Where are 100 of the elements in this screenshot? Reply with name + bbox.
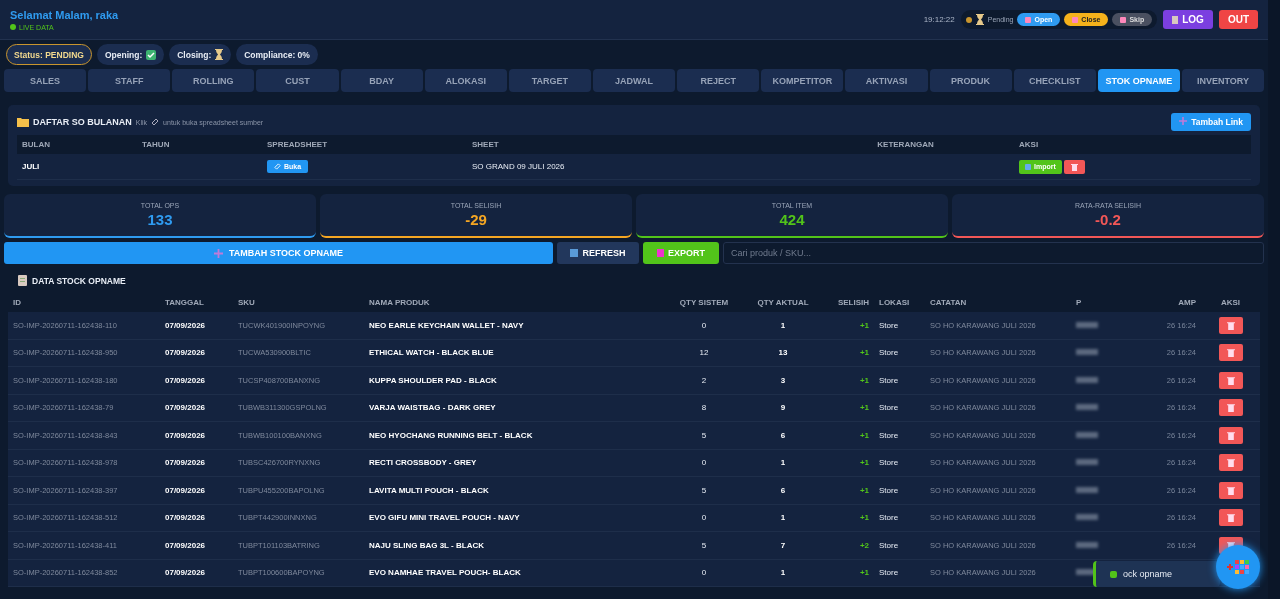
- actual-qty-cell: 1: [780, 568, 786, 578]
- tab[interactable]: ROLLING: [172, 69, 255, 92]
- date-cell: 07/09/2026: [165, 540, 206, 550]
- tab[interactable]: CHECKLIST: [1013, 69, 1096, 92]
- location-cell: Store: [879, 458, 899, 468]
- blurred-cell: [1076, 349, 1098, 356]
- difference-cell: +1: [859, 375, 869, 385]
- delete-button[interactable]: [1218, 481, 1243, 499]
- blurred-cell: [1076, 541, 1098, 548]
- trash-icon: [1226, 430, 1235, 440]
- trash-icon: [1226, 348, 1235, 358]
- tab[interactable]: JADWAL: [593, 69, 676, 92]
- search-field[interactable]: Cari produk / SKU...: [723, 242, 1264, 264]
- actual-qty-cell: 1: [780, 320, 786, 330]
- tab[interactable]: STOK OPNAME: [1097, 69, 1180, 92]
- delete-button[interactable]: [1218, 426, 1243, 444]
- folder-icon: [17, 117, 29, 127]
- column-header: AKSI: [1201, 292, 1260, 312]
- logout-button[interactable]: OUT: [1218, 10, 1258, 29]
- link-icon: [274, 163, 281, 170]
- square-icon: [1072, 16, 1079, 23]
- trash-icon: [1226, 458, 1235, 468]
- system-qty-cell: 0: [701, 513, 707, 523]
- delete-button[interactable]: [1218, 371, 1243, 389]
- tab[interactable]: TARGET: [508, 69, 591, 92]
- blurred-cell: [1076, 486, 1098, 493]
- column-header: TANGGAL: [160, 292, 233, 312]
- date-cell: 07/09/2026: [165, 513, 206, 523]
- column-header: AKSI: [1014, 135, 1251, 154]
- square-icon: [1025, 16, 1032, 23]
- actual-qty-cell: 3: [780, 375, 786, 385]
- tab[interactable]: CUST: [256, 69, 339, 92]
- column-header: ID: [8, 292, 160, 312]
- difference-cell: +1: [859, 485, 869, 495]
- clock-time: 19:12:22: [923, 15, 955, 24]
- status-pill: Closing:: [169, 44, 232, 65]
- delete-button[interactable]: [1218, 316, 1243, 334]
- tab[interactable]: SALES: [4, 69, 87, 92]
- date-cell: 07/09/2026: [165, 403, 206, 413]
- trash-icon: [1226, 513, 1235, 523]
- system-qty-cell: 8: [701, 403, 707, 413]
- delete-button[interactable]: [1063, 159, 1085, 174]
- blurred-cell: [1076, 321, 1098, 328]
- tab[interactable]: INVENTORY: [1181, 69, 1265, 92]
- stat-value: -0.2: [1095, 211, 1121, 228]
- column-header: BULAN: [17, 135, 137, 154]
- delete-button[interactable]: [1218, 509, 1243, 527]
- grid-plus-icon: [1227, 558, 1249, 576]
- status-pill: Status: PENDING: [6, 44, 92, 65]
- trash-icon: [1226, 375, 1235, 385]
- location-cell: Store: [879, 375, 899, 385]
- product-name-cell: KUPPA SHOULDER PAD - BLACK: [369, 375, 497, 385]
- clipboard-icon: [18, 275, 27, 286]
- square-icon: [1120, 16, 1127, 23]
- date-cell: 07/09/2026: [165, 320, 206, 330]
- column-header: KETERANGAN: [797, 135, 1014, 154]
- status-pill: Compliance: 0%: [236, 44, 318, 65]
- month-cell: JULI: [22, 162, 40, 171]
- delete-button[interactable]: [1218, 399, 1243, 417]
- add-link-button[interactable]: Tambah Link: [1171, 113, 1251, 131]
- column-header: CATATAN: [925, 292, 1071, 312]
- product-name-cell: NAJU SLING BAG 3L - BLACK: [369, 540, 484, 550]
- tab[interactable]: ALOKASI: [424, 69, 507, 92]
- stat-value: 424: [779, 211, 805, 228]
- column-header: LOKASI: [874, 292, 925, 312]
- panel-title: DAFTAR SO BULANAN: [33, 117, 132, 127]
- tab[interactable]: PRODUK: [929, 69, 1012, 92]
- refresh-icon: [570, 249, 579, 257]
- product-name-cell: VARJA WAISTBAG - DARK GREY: [369, 403, 496, 413]
- product-name-cell: EVO NAMHAE TRAVEL POUCH- BLACK: [369, 568, 521, 578]
- column-header: QTY SISTEM: [664, 292, 744, 312]
- difference-cell: +2: [859, 540, 869, 550]
- actual-qty-cell: 9: [780, 403, 786, 413]
- status-dot-icon: [965, 16, 972, 23]
- hourglass-icon: [215, 49, 224, 60]
- tab[interactable]: KOMPETITOR: [761, 69, 844, 92]
- date-cell: 07/09/2026: [165, 375, 206, 385]
- tab[interactable]: BDAY: [340, 69, 423, 92]
- log-button[interactable]: LOG: [1163, 10, 1213, 29]
- delete-button[interactable]: [1218, 344, 1243, 362]
- location-cell: Store: [879, 540, 899, 550]
- chart-icon: [657, 249, 664, 257]
- column-header: NAMA PRODUK: [364, 292, 664, 312]
- toast-text: ock opname: [1123, 569, 1173, 579]
- difference-cell: +1: [859, 513, 869, 523]
- difference-cell: +1: [859, 430, 869, 440]
- floating-menu-button[interactable]: [1216, 545, 1260, 589]
- tab[interactable]: REJECT: [677, 69, 760, 92]
- refresh-button[interactable]: REFRESH: [557, 242, 639, 264]
- system-qty-cell: 5: [701, 540, 707, 550]
- tab[interactable]: AKTIVASI: [845, 69, 928, 92]
- location-cell: Store: [879, 568, 899, 578]
- location-cell: Store: [879, 430, 899, 440]
- sheet-cell: SO GRAND 09 JULI 2026: [472, 162, 565, 171]
- add-stock-opname-button[interactable]: TAMBAH STOCK OPNAME: [4, 242, 553, 264]
- system-qty-cell: 2: [701, 375, 707, 385]
- blurred-cell: [1076, 376, 1098, 383]
- blurred-cell: [1076, 404, 1098, 411]
- tab[interactable]: STAFF: [88, 69, 171, 92]
- delete-button[interactable]: [1218, 454, 1243, 472]
